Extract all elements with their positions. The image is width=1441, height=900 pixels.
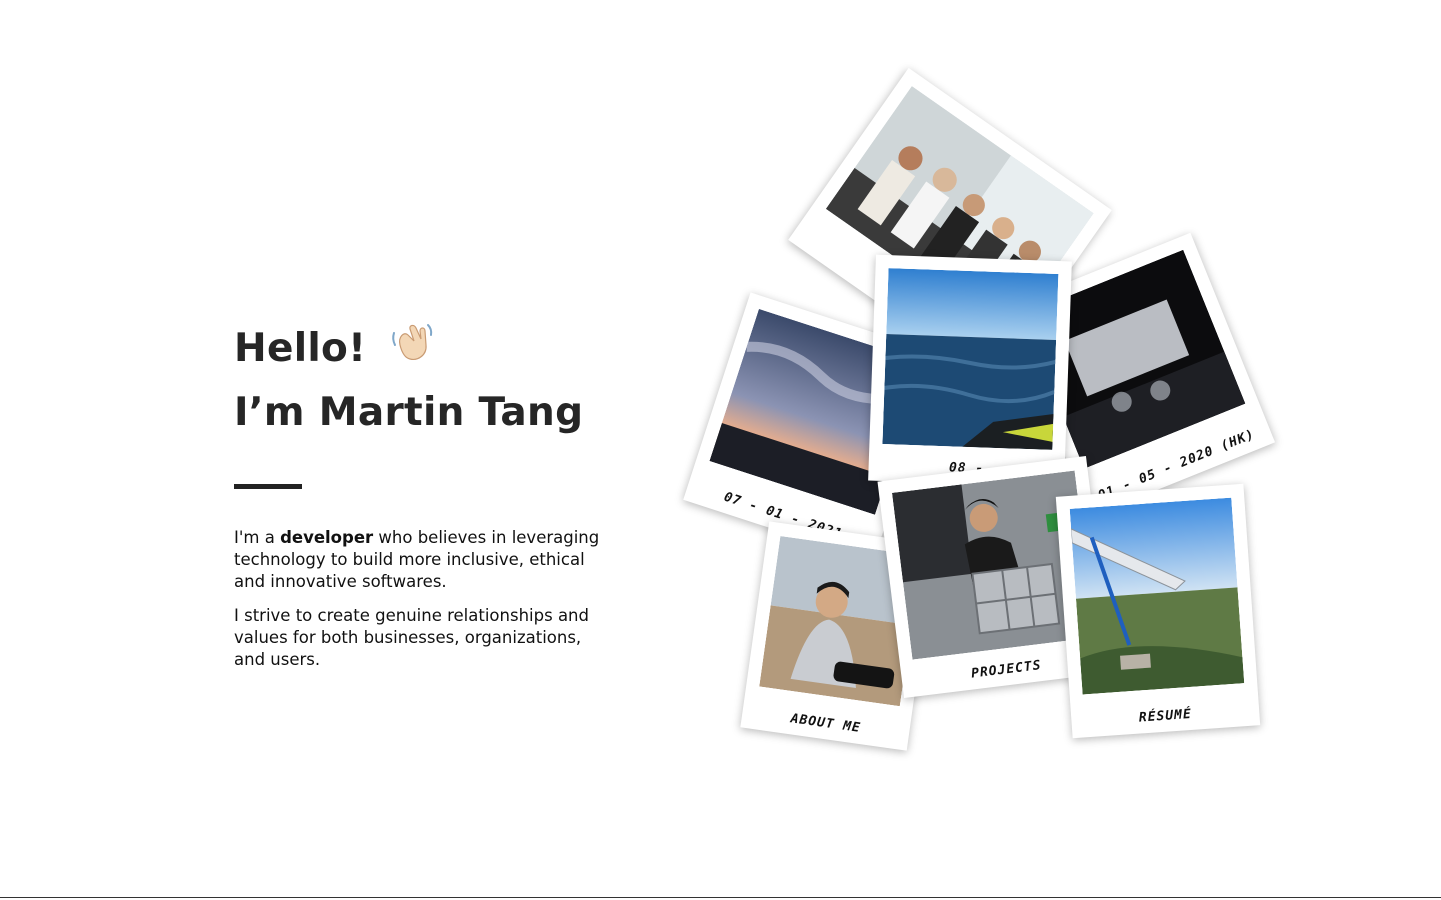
bio-paragraph-1: I'm a developer who believes in leveragi…: [234, 527, 614, 593]
photo-resume: [1069, 497, 1245, 695]
bio: I'm a developer who believes in leveragi…: [234, 527, 614, 671]
polaroid-ocean: 08 -: [868, 254, 1072, 488]
intro-section: Hello! I’m Martin Tang I'm a developer w…: [234, 318, 614, 683]
resume-caption: RÉSUMÉ: [1138, 706, 1193, 726]
photo-ocean: [882, 268, 1059, 450]
bio-prefix: I'm a: [234, 528, 281, 547]
polaroid-resume-link[interactable]: RÉSUMÉ: [1055, 483, 1261, 739]
greeting-line-name: I’m Martin Tang: [234, 390, 584, 435]
divider: [234, 484, 302, 489]
bio-highlight: developer: [280, 528, 374, 547]
bio-paragraph-2: I strive to create genuine relationships…: [234, 606, 589, 669]
about-me-caption: ABOUT ME: [789, 711, 862, 736]
greeting-heading: Hello! I’m Martin Tang: [234, 318, 614, 444]
footer-divider: [0, 897, 1441, 898]
greeting-line-hello: Hello!: [234, 326, 367, 371]
waving-hand-icon: [390, 319, 434, 382]
